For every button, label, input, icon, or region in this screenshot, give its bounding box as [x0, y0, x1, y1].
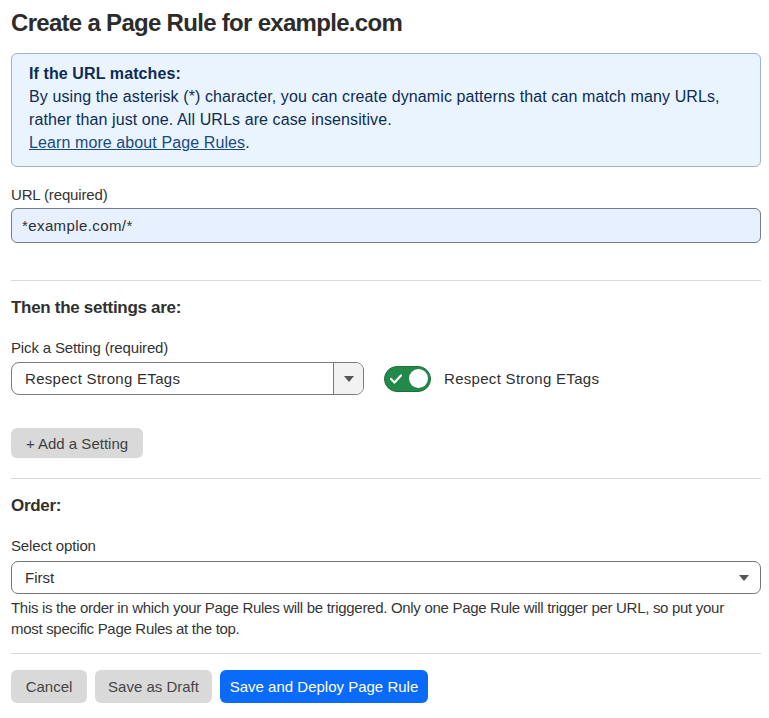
action-buttons: Cancel Save as Draft Save and Deploy Pag…: [11, 670, 761, 703]
settings-heading: Then the settings are:: [11, 297, 761, 319]
save-deploy-button[interactable]: Save and Deploy Page Rule: [220, 670, 428, 703]
learn-more-link[interactable]: Learn more about Page Rules: [29, 134, 245, 151]
dropdown-caret-icon: [344, 376, 354, 382]
toggle-knob: [409, 369, 428, 388]
order-helper-line1: This is the order in which your Page Rul…: [11, 597, 761, 618]
setting-dropdown-button[interactable]: [333, 363, 363, 394]
divider-3: [11, 653, 761, 654]
cancel-button[interactable]: Cancel: [11, 670, 87, 703]
divider-2: [11, 478, 761, 479]
toggle-label: Respect Strong ETags: [444, 370, 599, 387]
setting-dropdown[interactable]: Respect Strong ETags: [11, 362, 364, 395]
order-heading: Order:: [11, 495, 761, 517]
info-box-line1: By using the asterisk (*) character, you…: [29, 85, 743, 108]
url-input[interactable]: [11, 208, 761, 243]
info-box-link-line: Learn more about Page Rules.: [29, 131, 743, 154]
add-setting-button[interactable]: + Add a Setting: [11, 428, 143, 458]
setting-row: Respect Strong ETags Respect Strong ETag…: [11, 362, 761, 395]
save-draft-button[interactable]: Save as Draft: [95, 670, 212, 703]
etags-toggle[interactable]: [384, 366, 431, 392]
link-suffix: .: [245, 134, 250, 151]
page: Create a Page Rule for example.com If th…: [0, 0, 769, 703]
check-icon: [390, 374, 402, 384]
order-helper-line2: most specific Page Rules at the top.: [11, 618, 761, 639]
info-box-heading: If the URL matches:: [29, 62, 743, 85]
url-match-info-box: If the URL matches: By using the asteris…: [11, 53, 761, 167]
page-title: Create a Page Rule for example.com: [11, 9, 761, 37]
url-label: URL (required): [11, 185, 761, 205]
setting-dropdown-value: Respect Strong ETags: [12, 363, 333, 394]
select-option-label: Select option: [11, 536, 761, 556]
select-caret-icon: [739, 575, 749, 581]
pick-setting-label: Pick a Setting (required): [11, 338, 761, 358]
divider-1: [11, 280, 761, 281]
order-helper-text: This is the order in which your Page Rul…: [11, 597, 761, 639]
order-select[interactable]: First: [11, 561, 761, 594]
info-box-line2: rather than just one. All URLs are case …: [29, 108, 743, 131]
order-select-value: First: [25, 569, 54, 586]
